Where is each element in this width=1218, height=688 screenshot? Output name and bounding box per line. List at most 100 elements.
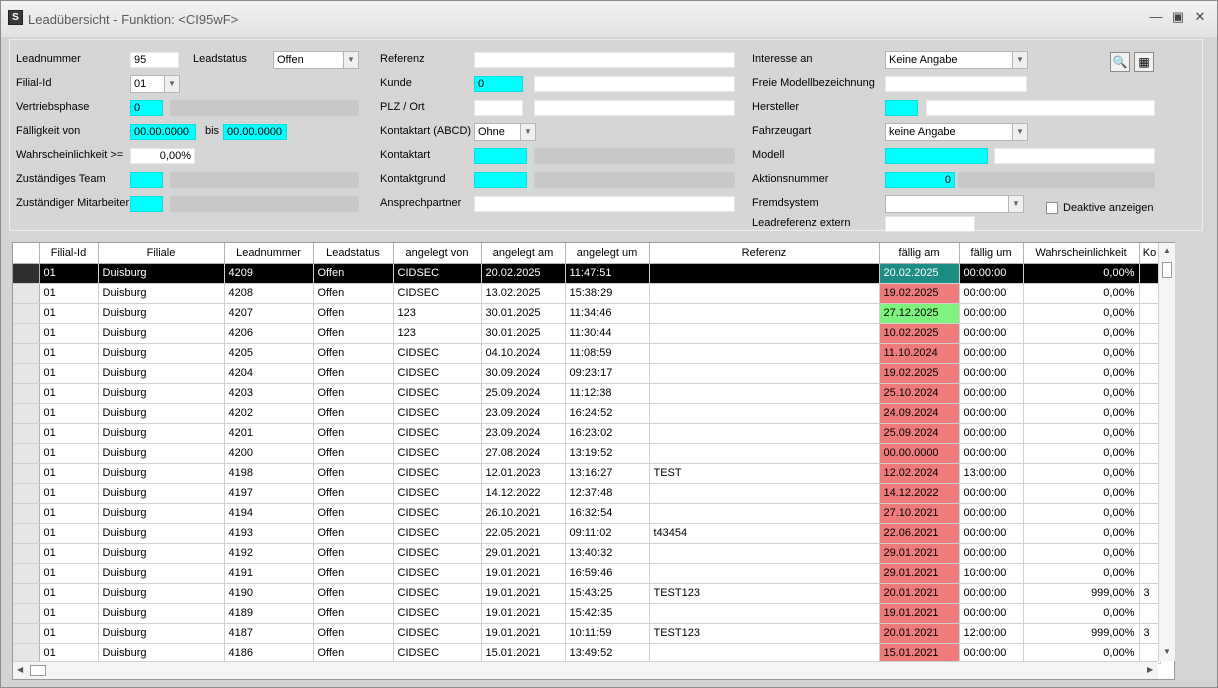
row-selector[interactable] — [13, 463, 40, 484]
table-cell[interactable]: 10.02.2025 — [879, 323, 960, 344]
table-cell[interactable]: 01 — [39, 543, 99, 564]
table-cell[interactable]: 13:16:27 — [565, 463, 650, 484]
table-cell[interactable]: 16:24:52 — [565, 403, 650, 424]
table-cell[interactable]: 00:00:00 — [959, 643, 1024, 664]
table-cell[interactable]: 11:30:44 — [565, 323, 650, 344]
column-header[interactable]: Filial-Id — [39, 243, 99, 264]
table-cell[interactable]: 13.02.2025 — [481, 283, 566, 304]
table-row[interactable]: 01 Duisburg 4204 Offen CIDSEC 30.09.2024 09:23… — [13, 363, 1161, 384]
column-header[interactable]: Filiale — [98, 243, 225, 264]
table-cell[interactable]: TEST123 — [649, 583, 880, 604]
scroll-right-icon[interactable]: ▶ — [1147, 665, 1153, 674]
table-row[interactable]: 01 Duisburg 4206 Offen 123 30.01.2025 11:30:44… — [13, 323, 1161, 344]
maximize-icon[interactable]: ▣ — [1169, 9, 1187, 25]
table-cell[interactable]: 0,00% — [1023, 503, 1140, 524]
table-cell[interactable]: CIDSEC — [393, 523, 482, 544]
table-row[interactable]: 01 Duisburg 4194 Offen CIDSEC 26.10.2021 16:32… — [13, 503, 1161, 524]
table-cell[interactable]: 01 — [39, 303, 99, 324]
table-cell[interactable]: 0,00% — [1023, 483, 1140, 504]
table-cell[interactable]: 11.10.2024 — [879, 343, 960, 364]
table-cell[interactable]: 0,00% — [1023, 523, 1140, 544]
table-cell[interactable]: 00:00:00 — [959, 583, 1024, 604]
table-cell[interactable]: 27.08.2024 — [481, 443, 566, 464]
table-cell[interactable] — [1139, 643, 1161, 664]
table-cell[interactable]: CIDSEC — [393, 463, 482, 484]
leadstatus-select[interactable]: Offen ▼ — [273, 51, 359, 69]
table-cell[interactable]: CIDSEC — [393, 583, 482, 604]
table-cell[interactable]: Offen — [313, 483, 394, 504]
table-cell[interactable]: 04.10.2024 — [481, 343, 566, 364]
ansprechpartner-input[interactable] — [474, 196, 735, 212]
table-cell[interactable]: 00:00:00 — [959, 363, 1024, 384]
table-cell[interactable]: Offen — [313, 423, 394, 444]
table-cell[interactable]: 13:49:52 — [565, 643, 650, 664]
table-row[interactable]: 01 Duisburg 4203 Offen CIDSEC 25.09.2024 11:12… — [13, 383, 1161, 404]
column-header[interactable]: Leadstatus — [313, 243, 394, 264]
table-cell[interactable]: 16:23:02 — [565, 423, 650, 444]
table-cell[interactable] — [649, 643, 880, 664]
table-cell[interactable]: Offen — [313, 363, 394, 384]
search-button[interactable]: 🔍 — [1110, 52, 1130, 72]
close-icon[interactable]: ✕ — [1191, 9, 1209, 25]
table-cell[interactable]: 25.09.2024 — [879, 423, 960, 444]
table-cell[interactable]: 4202 — [224, 403, 314, 424]
table-cell[interactable]: 01 — [39, 623, 99, 644]
chevron-down-icon[interactable]: ▼ — [1012, 124, 1027, 140]
filial-id-select[interactable]: 01 ▼ — [130, 75, 180, 93]
leadnummer-input[interactable]: 95 — [130, 52, 179, 68]
interesse-an-select[interactable]: Keine Angabe ▼ — [885, 51, 1028, 69]
table-cell[interactable] — [1139, 423, 1161, 444]
table-cell[interactable] — [1139, 443, 1161, 464]
table-cell[interactable]: 30.09.2024 — [481, 363, 566, 384]
table-cell[interactable]: Offen — [313, 583, 394, 604]
table-cell[interactable]: CIDSEC — [393, 483, 482, 504]
table-cell[interactable]: 15:42:35 — [565, 603, 650, 624]
table-cell[interactable] — [1139, 303, 1161, 324]
table-cell[interactable]: 0,00% — [1023, 563, 1140, 584]
table-cell[interactable]: 4209 — [224, 263, 314, 284]
table-cell[interactable]: 01 — [39, 583, 99, 604]
scroll-thumb[interactable] — [30, 665, 46, 676]
table-cell[interactable]: Duisburg — [98, 583, 225, 604]
table-row[interactable]: 01 Duisburg 4189 Offen CIDSEC 19.01.2021 15:42… — [13, 603, 1161, 624]
table-cell[interactable] — [649, 603, 880, 624]
table-cell[interactable] — [649, 443, 880, 464]
table-cell[interactable]: 0,00% — [1023, 403, 1140, 424]
row-selector[interactable] — [13, 603, 40, 624]
table-cell[interactable]: 11:34:46 — [565, 303, 650, 324]
table-cell[interactable]: 01 — [39, 423, 99, 444]
table-cell[interactable]: 0,00% — [1023, 323, 1140, 344]
table-cell[interactable] — [1139, 323, 1161, 344]
table-cell[interactable]: 00:00:00 — [959, 283, 1024, 304]
table-cell[interactable]: 01 — [39, 563, 99, 584]
scroll-thumb[interactable] — [1162, 262, 1172, 278]
table-cell[interactable]: 4194 — [224, 503, 314, 524]
table-cell[interactable]: 15.01.2021 — [481, 643, 566, 664]
table-cell[interactable]: Duisburg — [98, 523, 225, 544]
table-cell[interactable]: Offen — [313, 643, 394, 664]
table-cell[interactable] — [649, 363, 880, 384]
table-cell[interactable]: 4198 — [224, 463, 314, 484]
table-cell[interactable]: 0,00% — [1023, 363, 1140, 384]
row-selector[interactable] — [13, 383, 40, 404]
table-cell[interactable]: 01 — [39, 603, 99, 624]
table-cell[interactable]: 01 — [39, 443, 99, 464]
table-cell[interactable]: Duisburg — [98, 423, 225, 444]
table-cell[interactable]: 27.12.2025 — [879, 303, 960, 324]
table-cell[interactable] — [1139, 463, 1161, 484]
table-cell[interactable]: 19.01.2021 — [481, 583, 566, 604]
table-cell[interactable]: CIDSEC — [393, 543, 482, 564]
column-header[interactable]: Referenz — [649, 243, 880, 264]
team-input[interactable] — [130, 172, 163, 188]
table-cell[interactable]: 11:12:38 — [565, 383, 650, 404]
table-cell[interactable]: Duisburg — [98, 543, 225, 564]
table-cell[interactable]: 00:00:00 — [959, 343, 1024, 364]
table-cell[interactable] — [649, 383, 880, 404]
table-cell[interactable]: 123 — [393, 303, 482, 324]
table-row[interactable]: 01 Duisburg 4198 Offen CIDSEC 12.01.2023 13:16… — [13, 463, 1161, 484]
table-row[interactable]: 01 Duisburg 4201 Offen CIDSEC 23.09.2024 16:23… — [13, 423, 1161, 444]
table-cell[interactable]: 0,00% — [1023, 263, 1140, 284]
table-cell[interactable]: Offen — [313, 623, 394, 644]
table-cell[interactable] — [1139, 543, 1161, 564]
table-cell[interactable]: 0,00% — [1023, 283, 1140, 304]
